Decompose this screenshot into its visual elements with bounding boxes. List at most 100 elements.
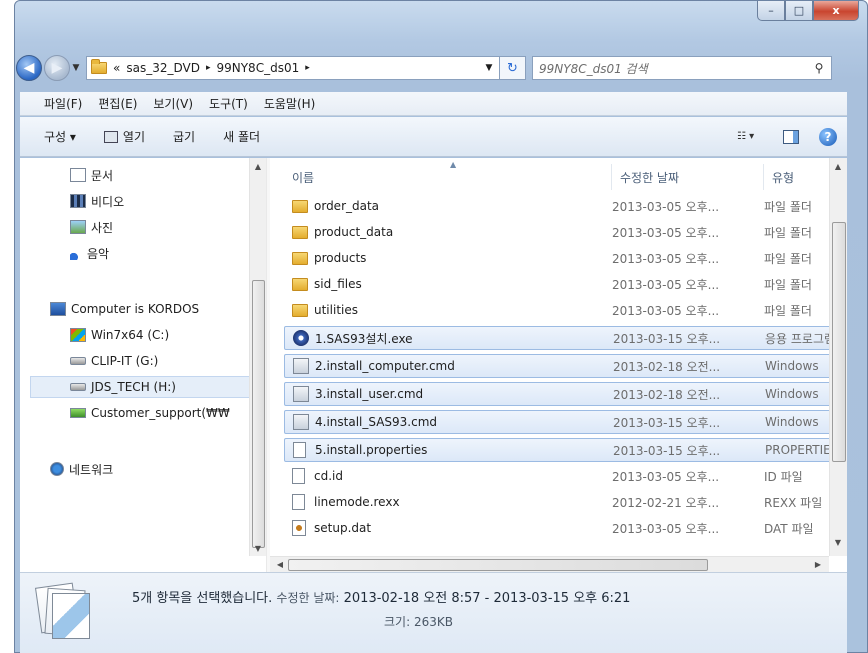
organize-button[interactable]: 구성 ▾ bbox=[44, 128, 76, 145]
nav-item-pictures[interactable]: 사진 bbox=[70, 216, 113, 238]
file-type: PROPERTIES bbox=[765, 443, 835, 457]
breadcrumb-item-99ny8c-ds01[interactable]: 99NY8C_ds01 bbox=[216, 61, 299, 75]
nav-scrollbar-thumb[interactable] bbox=[252, 280, 265, 548]
windows-drive-icon bbox=[70, 328, 86, 342]
refresh-button[interactable]: ↻ bbox=[500, 56, 526, 80]
open-icon bbox=[103, 130, 118, 143]
computer-icon bbox=[50, 302, 66, 316]
column-header-date[interactable]: 수정한 날짜 bbox=[612, 164, 764, 190]
file-type: REXX 파일 bbox=[764, 495, 823, 510]
nav-scrollbar[interactable]: ▲ ▼ bbox=[249, 158, 266, 556]
back-button[interactable]: ◀ bbox=[16, 55, 42, 81]
document-icon bbox=[70, 168, 86, 182]
menu-file[interactable]: 파일(F) bbox=[44, 95, 82, 112]
address-dropdown-icon[interactable]: ▼ bbox=[479, 63, 499, 73]
search-icon[interactable]: ⚲ bbox=[807, 61, 831, 75]
file-row-selected[interactable]: 2.install_computer.cmd 2013-02-18 오전... Wi… bbox=[284, 354, 834, 378]
file-row[interactable]: products 2013-03-05 오후... 파일 폴더 bbox=[284, 246, 834, 270]
preview-pane-icon[interactable] bbox=[783, 129, 799, 144]
menu-view[interactable]: 보기(V) bbox=[153, 95, 193, 112]
file-list-vertical-thumb[interactable] bbox=[832, 222, 846, 462]
file-row-selected[interactable]: 1.SAS93설치.exe 2013-03-15 오후... 응용 프로그램 bbox=[284, 326, 835, 350]
cmd-icon bbox=[293, 358, 309, 374]
nav-item-music[interactable]: 음악 bbox=[70, 242, 109, 264]
text-file-icon bbox=[292, 494, 305, 510]
scroll-up-arrow-icon[interactable]: ▲ bbox=[250, 162, 266, 171]
scroll-down-arrow-icon[interactable]: ▼ bbox=[250, 544, 266, 553]
command-bar: 구성 ▾ 열기 굽기 새 폴더 ☷ ▾ ? bbox=[20, 117, 847, 157]
file-list-vertical-scrollbar[interactable]: ▲ ▼ bbox=[829, 158, 847, 556]
file-row[interactable]: product_data 2013-03-05 오후... 파일 폴더 bbox=[284, 220, 834, 244]
file-row-selected[interactable]: 3.install_user.cmd 2013-02-18 오전... Window… bbox=[284, 382, 834, 406]
organize-label: 구성 ▾ bbox=[44, 130, 76, 144]
file-type: 파일 폴더 bbox=[764, 277, 812, 292]
nav-item-label: 문서 bbox=[91, 168, 114, 183]
size-value: 263KB bbox=[413, 615, 453, 629]
scroll-down-arrow-icon[interactable]: ▼ bbox=[830, 538, 846, 547]
menu-tools[interactable]: 도구(T) bbox=[209, 95, 248, 112]
breadcrumb: « sas_32_DVD ▸ 99NY8C_ds01 ▸ bbox=[113, 61, 316, 75]
nav-item-network[interactable]: 네트워크 bbox=[50, 458, 113, 480]
scroll-up-arrow-icon[interactable]: ▲ bbox=[830, 162, 846, 171]
view-options-icon[interactable]: ☷ ▾ bbox=[737, 129, 763, 145]
nav-item-videos[interactable]: 비디오 bbox=[70, 190, 124, 212]
folder-icon bbox=[292, 303, 308, 317]
minimize-button[interactable]: – bbox=[757, 1, 785, 21]
nav-item-computer[interactable]: Computer is KORDOS bbox=[50, 298, 199, 320]
file-list-horizontal-thumb[interactable] bbox=[288, 559, 708, 571]
column-header-name[interactable]: 이름 bbox=[284, 164, 612, 190]
file-date: 2013-03-05 오후... bbox=[612, 469, 720, 484]
file-row[interactable]: linemode.rexx 2012-02-21 오후... REXX 파일 bbox=[284, 490, 834, 514]
nav-item-label: CLIP-IT (G:) bbox=[91, 354, 159, 368]
burn-button[interactable]: 굽기 bbox=[173, 128, 195, 145]
burn-label: 굽기 bbox=[173, 130, 196, 144]
search-input[interactable]: 99NY8C_ds01 검색 ⚲ bbox=[532, 56, 832, 80]
menu-help[interactable]: 도움말(H) bbox=[264, 95, 316, 112]
file-date: 2013-03-15 오후... bbox=[613, 443, 721, 458]
nav-item-drive-c[interactable]: Win7x64 (C:) bbox=[70, 324, 169, 346]
breadcrumb-separator-icon[interactable]: ▸ bbox=[305, 63, 310, 73]
file-row-selected[interactable]: 4.install_SAS93.cmd 2013-03-15 오후... Windo… bbox=[284, 410, 834, 434]
open-button[interactable]: 열기 bbox=[103, 128, 145, 145]
sas-exe-icon bbox=[293, 330, 309, 346]
maximize-button[interactable]: □ bbox=[785, 1, 813, 21]
file-row-selected[interactable]: 5.install.properties 2013-03-15 오후... PROP… bbox=[284, 438, 835, 462]
close-button[interactable]: x bbox=[813, 1, 859, 21]
file-row[interactable]: sid_files 2013-03-05 오후... 파일 폴더 bbox=[284, 272, 834, 296]
file-row[interactable]: order_data 2013-03-05 오후... 파일 폴더 bbox=[284, 194, 834, 218]
address-bar[interactable]: « sas_32_DVD ▸ 99NY8C_ds01 ▸ ▼ bbox=[86, 56, 500, 80]
file-type: 파일 폴더 bbox=[764, 199, 812, 214]
nav-item-label: Customer_support(₩₩ bbox=[91, 406, 230, 420]
nav-item-drive-h[interactable]: JDS_TECH (H:) bbox=[30, 376, 250, 398]
content-area: 문서 비디오 사진 음악 Computer is KORDOS Win7x64 … bbox=[20, 158, 847, 572]
file-row[interactable]: cd.id 2013-03-05 오후... ID 파일 bbox=[284, 464, 834, 488]
folder-icon bbox=[292, 225, 308, 239]
help-icon[interactable]: ? bbox=[819, 127, 837, 146]
file-date: 2013-03-05 오후... bbox=[612, 521, 720, 536]
file-name: sid_files bbox=[314, 277, 362, 291]
file-name: 3.install_user.cmd bbox=[315, 387, 424, 401]
forward-button[interactable]: ▶ bbox=[44, 55, 70, 81]
column-header-type[interactable]: 유형 bbox=[764, 164, 834, 190]
breadcrumb-separator-icon[interactable]: ▸ bbox=[206, 63, 211, 73]
file-name: 4.install_SAS93.cmd bbox=[315, 415, 438, 429]
recent-pages-dropdown[interactable]: ▼ bbox=[70, 63, 82, 73]
file-list-horizontal-scrollbar[interactable]: ◀ ▶ bbox=[270, 556, 829, 572]
file-row[interactable]: setup.dat 2013-03-05 오후... DAT 파일 bbox=[284, 516, 834, 540]
picture-icon bbox=[70, 220, 86, 234]
nav-item-customer-support[interactable]: Customer_support(₩₩ bbox=[70, 402, 230, 424]
breadcrumb-item-sas-32-dvd[interactable]: sas_32_DVD bbox=[126, 61, 200, 75]
scroll-left-arrow-icon[interactable]: ◀ bbox=[272, 560, 288, 569]
refresh-icon: ↻ bbox=[507, 60, 518, 76]
menu-edit[interactable]: 편집(E) bbox=[98, 95, 137, 112]
file-name: setup.dat bbox=[314, 521, 372, 535]
breadcrumb-overflow[interactable]: « bbox=[113, 61, 120, 75]
new-folder-button[interactable]: 새 폴더 bbox=[223, 128, 260, 145]
nav-item-drive-g[interactable]: CLIP-IT (G:) bbox=[70, 350, 158, 372]
scroll-right-arrow-icon[interactable]: ▶ bbox=[810, 560, 826, 569]
file-type: Windows bbox=[765, 359, 819, 373]
nav-item-label: 비디오 bbox=[91, 194, 125, 209]
file-row[interactable]: utilities 2013-03-05 오후... 파일 폴더 bbox=[284, 298, 834, 322]
date-modified-range: 2013-02-18 오전 8:57 - 2013-03-15 오후 6:21 bbox=[343, 591, 631, 606]
nav-item-documents[interactable]: 문서 bbox=[70, 164, 113, 186]
